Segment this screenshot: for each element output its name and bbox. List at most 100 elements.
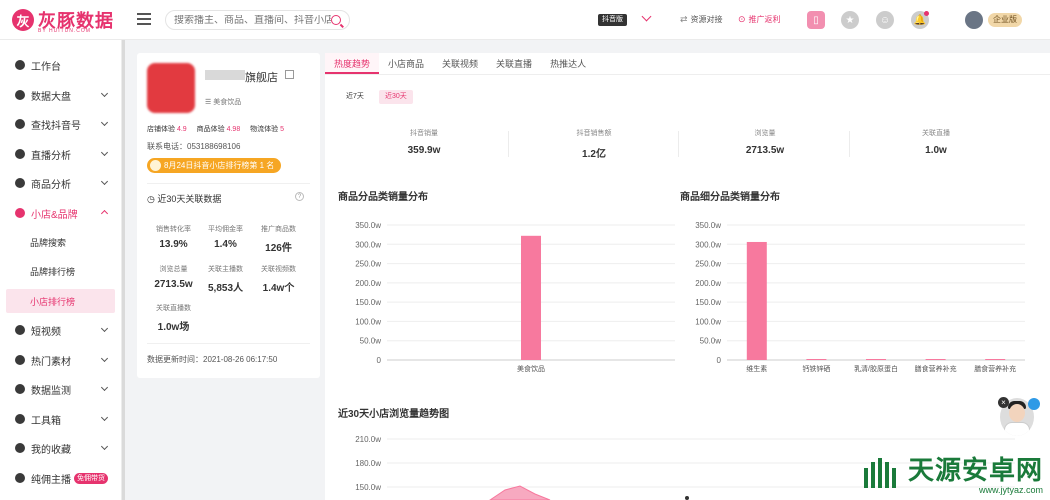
sidebar-item-label: 查找抖音号	[31, 120, 81, 132]
kpi-label: 浏览量	[754, 130, 776, 137]
score-shop-label: 店铺体验	[147, 126, 175, 133]
y-tick-label: 300.0w	[695, 240, 721, 249]
kpi-value: 2713.5w	[745, 145, 785, 156]
shop-name: 旗舰店	[245, 72, 278, 84]
video-icon	[15, 325, 25, 335]
sidebar-item-live[interactable]: 直播分析	[0, 139, 122, 169]
sidebar-subitem-label: 小店排行榜	[30, 296, 76, 307]
bar	[985, 359, 1006, 360]
tab-related-live[interactable]: 关联直播	[487, 53, 541, 74]
y-tick-label: 180.0w	[355, 459, 381, 468]
y-tick-label: 210.0w	[355, 435, 381, 444]
sidebar-item-label: 短视频	[31, 326, 61, 338]
mobile-icon[interactable]: ▯	[807, 11, 825, 29]
platform-badge[interactable]: 抖音版	[598, 14, 627, 26]
x-tick-label: 乳清/胶原蛋白	[854, 364, 898, 373]
kpi-item: 抖音销售额 1.2亿	[509, 128, 679, 160]
sidebar-item-favorites[interactable]: 我的收藏	[0, 433, 122, 463]
sidebar-subitem-brand-rank[interactable]: 品牌排行榜	[0, 259, 122, 283]
sidebar-item-market[interactable]: 数据大盘	[0, 80, 122, 110]
chat-bubble-icon[interactable]	[1028, 398, 1040, 410]
sidebar-item-video[interactable]: 短视频	[0, 315, 122, 345]
y-tick-label: 200.0w	[695, 279, 721, 288]
sidebar-item-label: 热门素材	[31, 356, 71, 368]
divider	[147, 343, 310, 344]
logo-mark-icon: 灰	[12, 9, 34, 31]
sidebar-subitem-shop-rank[interactable]: 小店排行榜	[6, 289, 115, 313]
search-input[interactable]	[174, 14, 331, 26]
monitor-icon	[15, 384, 25, 394]
chevron-down-icon	[100, 118, 109, 127]
y-tick-label: 100.0w	[695, 317, 721, 326]
bar	[806, 359, 827, 360]
sidebar-scrollbar[interactable]	[122, 40, 125, 500]
chevron-down-icon	[100, 442, 109, 451]
sidebar-item-shop-brand[interactable]: 小店&品牌	[0, 198, 122, 228]
category-sales-chart: 0 50.0w 100.0w 150.0w 200.0w 250.0w 300.0w 350.…	[355, 221, 675, 373]
shop-category-label: 美食饮品	[213, 99, 242, 106]
tab-heat-trend[interactable]: 热度趋势	[325, 53, 380, 74]
tab-shop-goods[interactable]: 小店商品	[379, 53, 433, 74]
kpi-item: 浏览量 2713.5w	[680, 128, 850, 156]
chevron-down-icon	[100, 354, 109, 363]
resource-link[interactable]: ⇄ 资源对接	[680, 14, 723, 25]
chart1-title: 商品分品类销量分布	[338, 192, 428, 203]
chevron-down-icon	[100, 383, 109, 392]
tab-related-video[interactable]: 关联视频	[433, 53, 487, 74]
logo[interactable]: 灰 灰豚数据 BY HUITUN.COM	[12, 7, 114, 34]
notification-icon[interactable]: 🔔	[911, 11, 929, 29]
kpi-value: 359.9w	[407, 145, 441, 156]
sidebar-item-toolbox[interactable]: 工具箱	[0, 404, 122, 434]
bar	[521, 235, 541, 360]
rank-badge[interactable]: 8月24日抖音小店排行榜第 1 名	[147, 158, 282, 173]
menu-toggle-icon[interactable]	[137, 13, 151, 25]
enterprise-badge[interactable]: 企业版	[988, 13, 1022, 27]
sidebar-subitem-brand-search[interactable]: 品牌搜索	[0, 230, 122, 254]
promo-link[interactable]: ⊙ 推广返利	[738, 14, 781, 25]
stat-value: 1.0w场	[157, 322, 190, 333]
sidebar-item-label: 数据监测	[31, 385, 71, 397]
close-icon[interactable]: ×	[998, 397, 1009, 408]
y-tick-label: 150.0w	[355, 298, 381, 307]
sidebar-item-goods[interactable]: 商品分析	[0, 168, 122, 198]
subcategory-sales-chart: 0 50.0w 100.0w 150.0w 200.0w 250.0w 300.0w 350.…	[695, 221, 1025, 373]
y-tick-label: 300.0w	[355, 240, 381, 249]
sidebar-item-workbench[interactable]: 工作台	[0, 50, 122, 80]
help-icon[interactable]: ?	[295, 192, 304, 201]
shop-name-redacted	[205, 70, 245, 80]
kpi-label: 抖音销售额	[576, 130, 612, 137]
swap-icon: ⇄	[680, 14, 688, 24]
stat-label: 关联主播数	[208, 266, 243, 273]
search-bar[interactable]	[165, 10, 350, 30]
user-avatar[interactable]	[965, 11, 983, 29]
chevron-down-icon[interactable]	[641, 11, 652, 22]
tab-hot-influencer[interactable]: 热推达人	[541, 53, 595, 74]
range-30d-button[interactable]: 近30天	[379, 90, 413, 104]
stat-value: 5,853人	[207, 283, 244, 294]
fire-icon	[15, 355, 25, 365]
sidebar-item-hot-material[interactable]: 热门素材	[0, 345, 122, 375]
sidebar-item-label: 小店&品牌	[31, 209, 78, 221]
score-goods-label: 商品体验	[196, 126, 225, 133]
chevron-down-icon	[100, 324, 109, 333]
stat-value: 1.4%	[214, 239, 237, 250]
stat-item: 推广商品数 126件	[251, 224, 306, 254]
vip-icon[interactable]: ★	[841, 11, 859, 29]
sidebar-item-label: 工作台	[31, 61, 61, 73]
service-icon[interactable]: ☺	[876, 11, 894, 29]
series-point	[685, 496, 689, 500]
stat-item: 平均佣金率 1.4%	[198, 224, 253, 250]
chart-icon	[15, 90, 25, 100]
y-tick-label: 250.0w	[355, 260, 381, 269]
search-icon[interactable]	[331, 15, 341, 25]
range-7d-button[interactable]: 近7天	[340, 90, 370, 104]
stat-value: 1.4w个	[262, 283, 295, 294]
sidebar-item-find-account[interactable]: 查找抖音号	[0, 109, 122, 139]
qr-code-icon[interactable]	[285, 70, 294, 79]
body	[1004, 422, 1030, 436]
sidebar-item-commission-anchor[interactable]: 纯佣主播 免佣带货	[0, 463, 122, 493]
sidebar-item-label: 商品分析	[31, 179, 71, 191]
search-user-icon	[15, 119, 25, 129]
x-tick-label: 美食饮品	[517, 364, 545, 373]
sidebar-item-monitor[interactable]: 数据监测	[0, 374, 122, 404]
